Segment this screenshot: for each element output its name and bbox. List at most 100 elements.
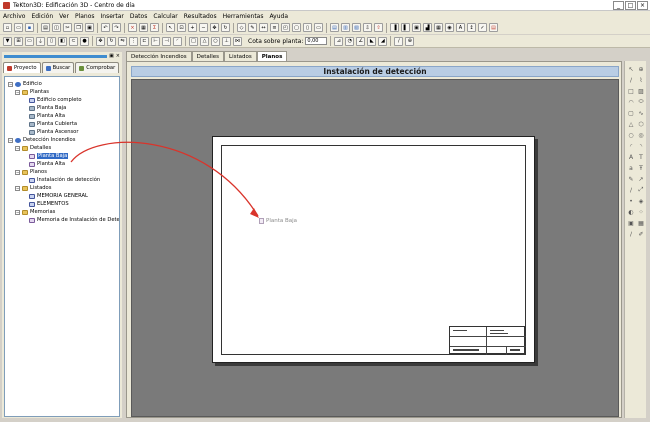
text-edit-icon[interactable]: a xyxy=(627,164,635,172)
sigma-icon[interactable]: Σ xyxy=(150,23,159,32)
window-icon[interactable]: ▣ xyxy=(412,23,421,32)
clip-icon[interactable]: ◧ xyxy=(58,36,67,46)
tree-item-deteccion-incendios[interactable]: − Detección Incendios xyxy=(8,136,75,144)
polygon-icon[interactable]: ⬡ xyxy=(637,120,645,128)
dimension-icon[interactable]: ↗ xyxy=(637,175,645,183)
tab-listados[interactable]: Listados xyxy=(224,51,257,61)
square-icon[interactable]: ▢ xyxy=(627,109,635,117)
curve-icon[interactable]: ◜ xyxy=(627,142,635,150)
open-folder-icon[interactable]: ▭ xyxy=(14,23,23,32)
new-file-icon[interactable]: ▫ xyxy=(3,23,12,32)
stairs-icon[interactable]: ▟ xyxy=(423,23,432,32)
extend-icon[interactable]: ⊣ xyxy=(162,36,171,46)
layers-icon[interactable]: ≡ xyxy=(270,23,279,32)
pen-icon[interactable]: ∕ xyxy=(627,230,635,238)
rotate-icon[interactable]: ↻ xyxy=(107,36,116,46)
cut-icon[interactable]: ✂ xyxy=(63,23,72,32)
front-view-icon[interactable]: ▢ xyxy=(292,23,301,32)
sheet-icon[interactable]: ▯ xyxy=(47,36,56,46)
measure-icon[interactable]: ↔ xyxy=(259,23,268,32)
tree-item-elementos[interactable]: ELEMENTOS xyxy=(29,200,69,208)
cota-input[interactable]: 0,00 xyxy=(305,37,328,45)
mirror-icon[interactable]: ⇋ xyxy=(118,36,127,46)
circle-icon[interactable]: ● xyxy=(80,36,89,46)
tree-item-memorias[interactable]: − Memorias xyxy=(15,208,55,216)
tree-item-detalle-planta-baja[interactable]: Planta Baja xyxy=(29,152,69,160)
tab-deteccion-incendios[interactable]: Detección Incendios xyxy=(126,51,192,61)
text-icon[interactable]: A xyxy=(627,153,635,161)
collapse-icon[interactable]: − xyxy=(15,209,20,215)
close-button[interactable]: × xyxy=(637,1,648,10)
snap-near-icon[interactable]: ⋈ xyxy=(233,36,242,46)
triangle-icon[interactable]: △ xyxy=(627,120,635,128)
text-style-icon[interactable]: Ŧ xyxy=(637,164,645,172)
brush-icon[interactable]: ✎ xyxy=(627,175,635,183)
fillet-icon[interactable]: ◝ xyxy=(637,142,645,150)
collapse-icon[interactable]: − xyxy=(8,137,13,143)
symbol-icon[interactable]: ◉ xyxy=(445,23,454,32)
donut-icon[interactable]: ◎ xyxy=(637,131,645,139)
tree-item-planta-cubierta[interactable]: Planta Cubierta xyxy=(29,120,77,128)
tree-item-planta-ascensor[interactable]: Planta Ascensor xyxy=(29,128,79,136)
tab-proyecto[interactable]: Proyecto xyxy=(3,62,41,73)
top-view-icon[interactable]: ▭ xyxy=(314,23,323,32)
menu-resultados[interactable]: Resultados xyxy=(184,13,217,20)
room-icon[interactable]: ▦ xyxy=(434,23,443,32)
menu-calcular[interactable]: Calcular xyxy=(153,13,177,20)
draw-line-icon[interactable]: ∕ xyxy=(394,36,404,46)
zoom-window-icon[interactable]: ⊡ xyxy=(177,23,186,32)
menu-archivo[interactable]: Archivo xyxy=(3,13,25,20)
refresh-icon[interactable]: ↻ xyxy=(221,23,230,32)
tree-item-memoria-instalacion[interactable]: Memoria de Instalación de Dete xyxy=(29,216,119,224)
export-icon[interactable]: ⇧ xyxy=(374,23,383,32)
spline-icon[interactable]: ∿ xyxy=(637,109,645,117)
snap-end-icon[interactable]: □ xyxy=(189,36,198,46)
polyline-icon[interactable]: ⌇ xyxy=(637,76,645,84)
minimize-button[interactable]: _ xyxy=(613,1,624,10)
stretch-icon[interactable]: ⤢ xyxy=(637,186,645,194)
collapse-icon[interactable]: − xyxy=(15,169,20,175)
report-icon[interactable]: ▤ xyxy=(489,23,498,32)
filter-icon[interactable]: ▼ xyxy=(3,36,12,46)
dimension-icon[interactable]: ↕ xyxy=(467,23,476,32)
array-icon[interactable]: ⋮ xyxy=(129,36,138,46)
snap-center-icon[interactable]: ○ xyxy=(211,36,220,46)
delete-icon[interactable]: × xyxy=(128,23,137,32)
plan-view-icon[interactable]: ▥ xyxy=(341,23,350,32)
snap-perp-icon[interactable]: ⊥ xyxy=(222,36,231,46)
tab-comprobar[interactable]: Comprobar xyxy=(75,62,120,73)
level-icon[interactable]: ⏚ xyxy=(36,36,45,46)
polar-icon[interactable]: ◔ xyxy=(345,36,355,46)
placed-plan[interactable]: Planta Baja xyxy=(259,218,297,224)
rectangle-icon[interactable]: □ xyxy=(627,87,635,95)
point-icon[interactable]: • xyxy=(627,197,635,205)
wall-icon[interactable]: ▐ xyxy=(390,23,399,32)
side-view-icon[interactable]: ▯ xyxy=(303,23,312,32)
zoom-out-icon[interactable]: − xyxy=(199,23,208,32)
tree-item-planos[interactable]: − Planos xyxy=(15,168,47,176)
tree-item-detalle-planta-alta[interactable]: Planta Alta xyxy=(29,160,65,168)
angle-icon[interactable]: ∠ xyxy=(356,36,366,46)
image-icon[interactable]: ▣ xyxy=(627,219,635,227)
page-view-icon[interactable]: ▤ xyxy=(330,23,339,32)
tree-item-detalles[interactable]: − Detalles xyxy=(15,144,51,152)
marker-icon[interactable]: ✐ xyxy=(637,230,645,238)
copy-icon[interactable]: ❐ xyxy=(74,23,83,32)
multitext-icon[interactable]: T xyxy=(637,153,645,161)
panel-pin-icon[interactable]: ▣ xyxy=(109,53,114,59)
section-icon[interactable]: ◣ xyxy=(367,36,377,46)
grid-icon[interactable]: ▦ xyxy=(139,23,148,32)
menu-insertar[interactable]: Insertar xyxy=(101,13,124,20)
select-arrow-icon[interactable]: ↖ xyxy=(627,65,635,73)
plan-select-icon[interactable]: ⊞ xyxy=(14,36,23,46)
project-tree[interactable]: − Edificio − Plantas Edificio completo P… xyxy=(4,76,120,417)
pan-icon[interactable]: ✥ xyxy=(210,23,219,32)
menu-datos[interactable]: Datos xyxy=(130,13,147,20)
tree-item-plantas[interactable]: − Plantas xyxy=(15,88,49,96)
link-icon[interactable]: ⊂ xyxy=(69,36,78,46)
text-icon[interactable]: A xyxy=(456,23,465,32)
import-icon[interactable]: ⇩ xyxy=(363,23,372,32)
drawing-canvas[interactable]: Planta Baja xyxy=(131,79,619,417)
spray-icon[interactable]: ⁘ xyxy=(637,208,645,216)
tree-item-edificio[interactable]: − Edificio xyxy=(8,80,42,88)
